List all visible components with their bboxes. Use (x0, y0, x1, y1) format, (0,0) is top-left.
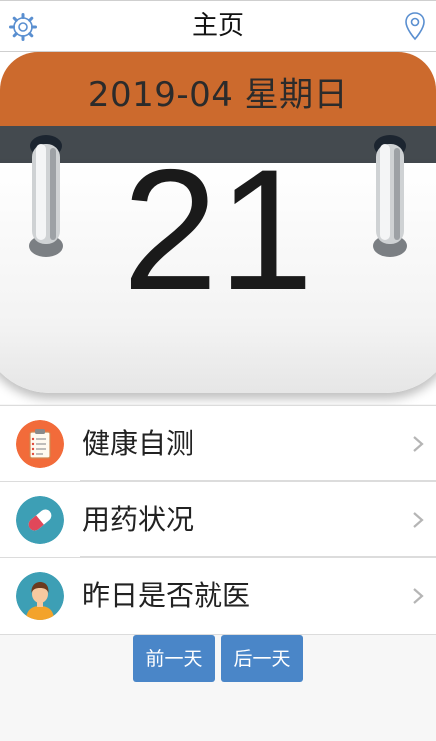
chevron-right-icon (413, 512, 424, 528)
location-pin-icon[interactable] (404, 11, 426, 41)
chevron-right-icon (413, 588, 424, 604)
menu-item-health-self-test[interactable]: 健康自测 (0, 406, 436, 482)
menu-list: 健康自测 用药状况 昨日是否就医 (0, 405, 436, 635)
chevron-right-icon (413, 436, 424, 452)
page-title: 主页 (191, 11, 244, 41)
menu-item-visited-doctor-yesterday[interactable]: 昨日是否就医 (0, 558, 436, 634)
top-bar: 主页 (0, 0, 436, 52)
calendar-widget: 2019-04 星期日 21 (0, 52, 436, 404)
menu-item-label: 昨日是否就医 (82, 579, 251, 612)
next-day-button[interactable]: 后一天 (221, 635, 303, 682)
calendar-header: 2019-04 星期日 (0, 52, 436, 127)
row-divider (80, 480, 436, 481)
clipboard-icon (16, 420, 64, 468)
row-divider (80, 556, 436, 557)
calendar-month-label: 2019-04 星期日 (87, 75, 349, 115)
menu-item-label: 用药状况 (82, 503, 195, 536)
pill-icon (16, 496, 64, 544)
doctor-avatar-icon (16, 572, 64, 620)
menu-item-label: 健康自测 (82, 427, 195, 460)
binder-ring-icon (373, 135, 407, 257)
menu-item-medication-status[interactable]: 用药状况 (0, 482, 436, 558)
previous-day-button[interactable]: 前一天 (133, 635, 215, 682)
binder-ring-icon (29, 135, 63, 257)
